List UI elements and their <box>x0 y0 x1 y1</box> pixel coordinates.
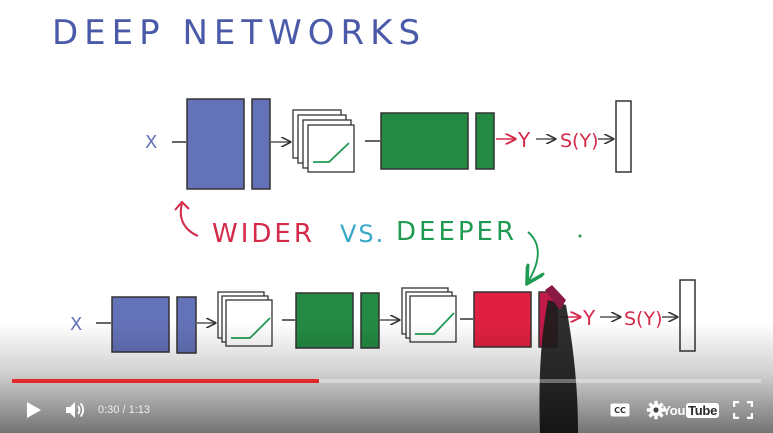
bottom-linear-block-2 <box>295 292 354 349</box>
bottom-output-box <box>679 279 696 352</box>
comparison-caption: WIDER VS. DEEPER <box>174 200 582 282</box>
top-linear-block <box>186 98 245 190</box>
fullscreen-button[interactable] <box>728 387 758 433</box>
top-output-box <box>615 100 632 173</box>
duration: 1:13 <box>128 404 151 416</box>
bottom-linear-block-1 <box>111 296 170 353</box>
curved-arrow-up-icon <box>179 203 199 237</box>
top-bias-block <box>251 98 271 190</box>
volume-icon <box>66 402 85 418</box>
slide-canvas: DEEP NETWORKS X Y S(Y) WIDER VS. DEEPER … <box>52 13 696 433</box>
caption-vs: VS. <box>340 220 385 248</box>
slide-title: DEEP NETWORKS <box>52 13 426 53</box>
curved-arrow-down-icon <box>528 231 538 282</box>
top-output-label: Y <box>517 128 531 152</box>
caption-deeper: DEEPER <box>396 217 517 247</box>
video-player[interactable]: DEEP NETWORKS X Y S(Y) WIDER VS. DEEPER … <box>0 0 773 433</box>
bottom-bias-block-2 <box>360 292 380 349</box>
bottom-bias-block-1 <box>176 296 197 354</box>
progress-played <box>12 379 320 383</box>
player-controls: 0:30 / 1:13 CC You Tube <box>0 379 773 433</box>
caption-wider: WIDER <box>212 219 315 249</box>
bottom-linear-block-3 <box>473 291 532 348</box>
bottom-relu-stack-1 <box>217 291 273 347</box>
volume-button[interactable] <box>60 387 90 433</box>
top-input-label: X <box>145 132 157 153</box>
top-softmax-label: S(Y) <box>560 130 599 152</box>
svg-text:CC: CC <box>614 406 626 415</box>
progress-bar[interactable] <box>12 379 761 383</box>
youtube-logo-tube: Tube <box>686 402 719 418</box>
bottom-softmax-label: S(Y) <box>624 308 663 330</box>
bottom-output-label: Y <box>582 306 596 330</box>
deep-network-diagram: X Y S(Y) <box>70 279 696 354</box>
top-linear-block-2 <box>380 112 469 170</box>
youtube-logo[interactable]: You Tube <box>662 387 719 433</box>
time-display: 0:30 / 1:13 <box>98 387 150 433</box>
captions-icon: CC <box>610 403 630 417</box>
fullscreen-icon <box>733 401 753 419</box>
top-bias-block-2 <box>475 112 495 170</box>
top-relu-stack <box>292 109 355 173</box>
bottom-relu-stack-2 <box>401 287 457 343</box>
current-time: 0:30 <box>98 404 120 416</box>
time-separator: / <box>119 404 129 416</box>
bottom-input-label: X <box>70 314 82 335</box>
play-icon <box>27 402 41 418</box>
youtube-logo-you: You <box>662 402 686 418</box>
play-button[interactable] <box>18 387 50 433</box>
captions-button[interactable]: CC <box>606 387 634 433</box>
wide-network-diagram: X Y S(Y) <box>145 98 632 190</box>
